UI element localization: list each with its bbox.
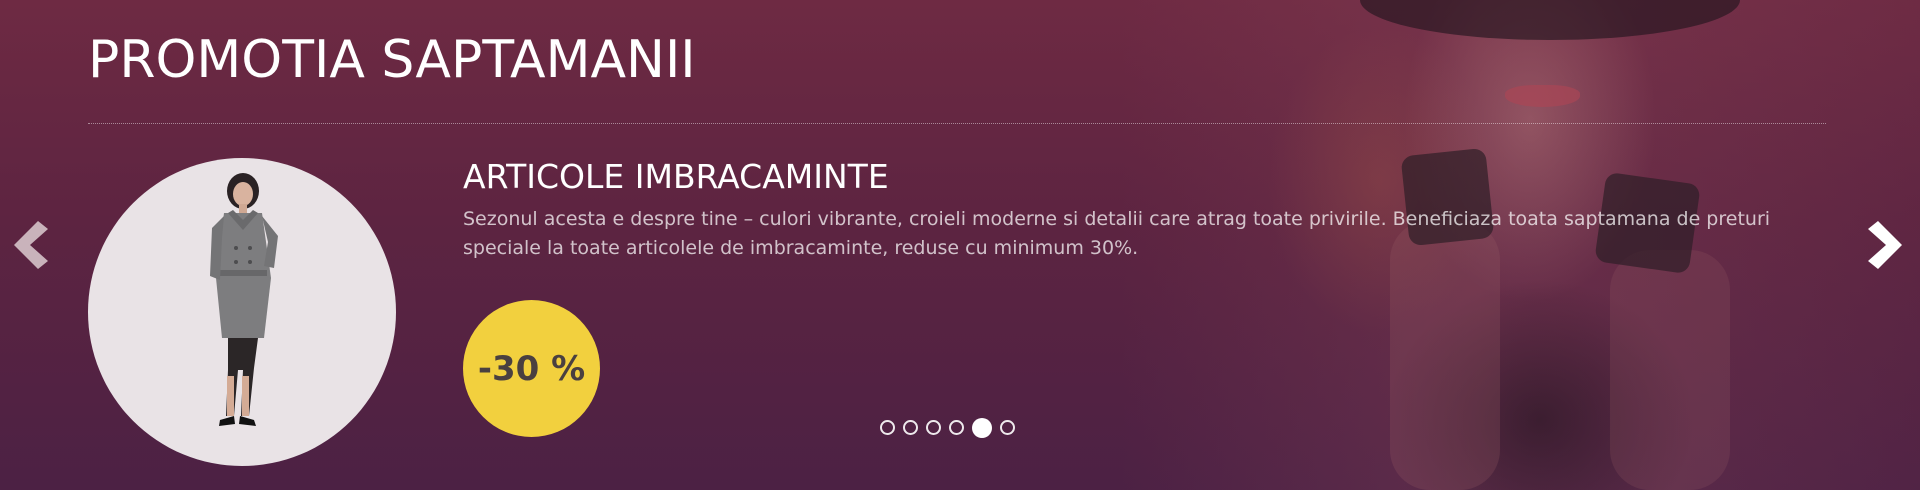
carousel-dot[interactable] <box>1000 420 1015 435</box>
carousel-pagination <box>880 418 1015 438</box>
chevron-right-icon <box>1868 221 1902 269</box>
carousel-prev-button[interactable] <box>8 215 52 275</box>
product-photo-coat <box>210 173 278 426</box>
carousel-dot[interactable] <box>926 420 941 435</box>
background-lips-shape <box>1505 85 1580 107</box>
carousel-dot[interactable] <box>880 420 895 435</box>
background-arm-shape <box>1610 250 1730 490</box>
carousel-next-button[interactable] <box>1864 215 1908 275</box>
discount-label: -30 % <box>477 348 586 389</box>
product-title: ARTICOLE IMBRACAMINTE <box>463 157 889 196</box>
promo-banner: PROMOTIA SAPTAMANII ARTICOLE IMBRACAMINT… <box>0 0 1920 490</box>
title-divider <box>88 123 1826 124</box>
carousel-dot[interactable] <box>972 418 992 438</box>
chevron-left-icon <box>14 221 48 269</box>
page-title: PROMOTIA SAPTAMANII <box>88 30 696 90</box>
carousel-dot[interactable] <box>903 420 918 435</box>
product-description: Sezonul acesta e despre tine – culori vi… <box>463 208 1771 259</box>
carousel-dot[interactable] <box>949 420 964 435</box>
product-image[interactable] <box>88 158 396 466</box>
discount-badge[interactable]: -30 % <box>463 300 600 437</box>
